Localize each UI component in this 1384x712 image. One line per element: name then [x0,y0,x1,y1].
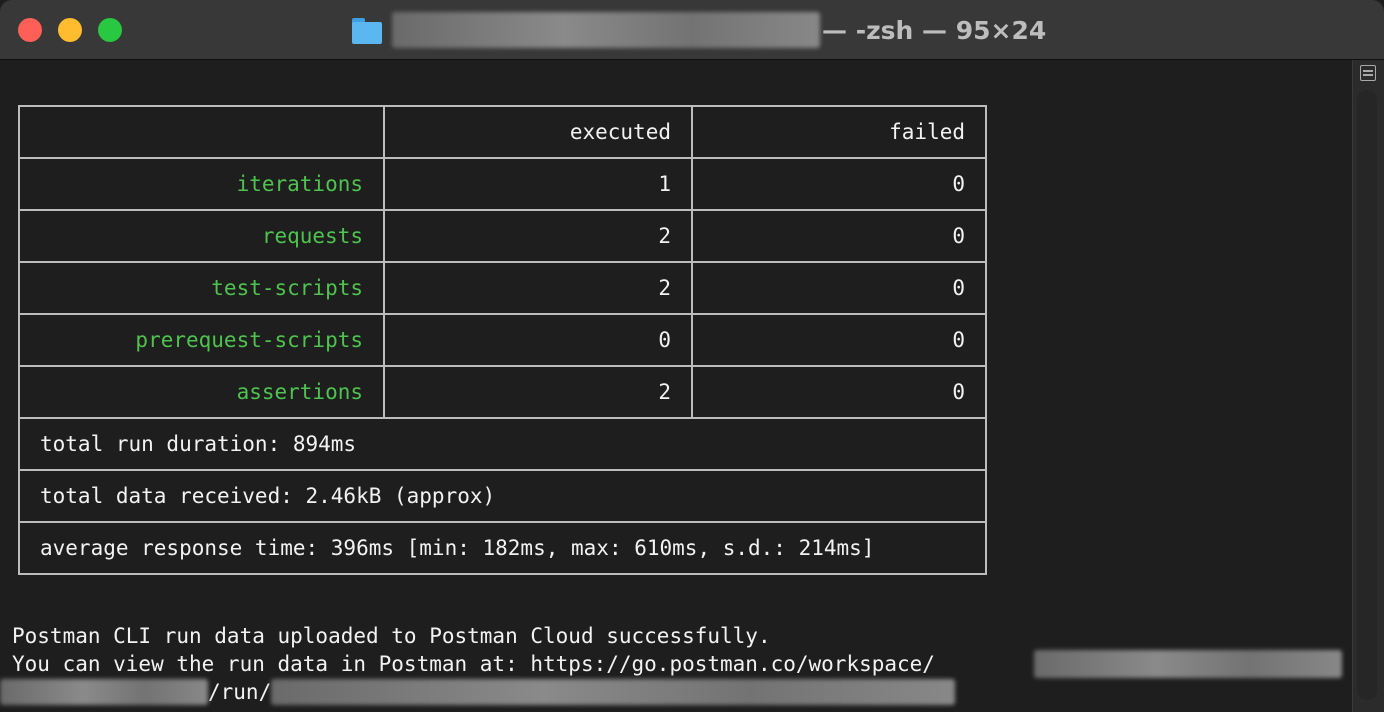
upload-success-line: Postman CLI run data uploaded to Postman… [12,624,771,648]
table-row: test-scripts 2 0 [18,261,987,315]
summary-row-data: total data received: 2.46kB (approx) [18,469,987,523]
table-header-row: executed failed [18,105,987,159]
close-button[interactable] [18,18,42,42]
row-label: assertions [18,365,385,419]
terminal-window: — -zsh — 95×24 executed failed iteration… [0,0,1384,712]
scroll-toggle-icon[interactable] [1360,65,1376,81]
summary-response-time: average response time: 396ms [min: 182ms… [18,521,987,575]
row-failed: 0 [691,313,987,367]
title-bar[interactable]: — -zsh — 95×24 [0,0,1384,60]
summary-row-duration: total run duration: 894ms [18,417,987,471]
row-executed: 2 [383,209,693,263]
header-cell-empty [18,105,385,159]
header-cell-executed: executed [383,105,693,159]
run-url-line: /run/ [0,678,956,706]
summary-row-response: average response time: 396ms [min: 182ms… [18,521,987,575]
redacted-path [392,12,820,48]
run-summary-table: executed failed iterations 1 0 requests … [18,105,987,575]
row-executed: 0 [383,313,693,367]
row-label: test-scripts [18,261,385,315]
folder-icon [352,16,382,44]
table-row: prerequest-scripts 0 0 [18,313,987,367]
title-suffix: — -zsh — 95×24 [822,15,1047,45]
minimize-button[interactable] [58,18,82,42]
zoom-button[interactable] [98,18,122,42]
header-cell-failed: failed [691,105,987,159]
row-failed: 0 [691,157,987,211]
table-row: iterations 1 0 [18,157,987,211]
redacted-workspace-id [1034,650,1342,678]
row-label: requests [18,209,385,263]
run-path-separator: /run/ [208,680,272,704]
row-failed: 0 [691,261,987,315]
summary-data-received: total data received: 2.46kB (approx) [18,469,987,523]
row-label: iterations [18,157,385,211]
row-failed: 0 [691,365,987,419]
window-title: — -zsh — 95×24 [352,12,1046,48]
redacted-url-segment [0,679,208,705]
row-failed: 0 [691,209,987,263]
row-label: prerequest-scripts [18,313,385,367]
table-row: requests 2 0 [18,209,987,263]
scroll-track[interactable] [1357,90,1377,700]
row-executed: 2 [383,261,693,315]
table-row: assertions 2 0 [18,365,987,419]
row-executed: 1 [383,157,693,211]
view-run-line: You can view the run data in Postman at:… [12,652,935,676]
scrollbar[interactable] [1352,60,1384,712]
redacted-run-id [271,679,956,705]
row-executed: 2 [383,365,693,419]
terminal-content[interactable]: executed failed iterations 1 0 requests … [0,60,1352,712]
summary-duration: total run duration: 894ms [18,417,987,471]
